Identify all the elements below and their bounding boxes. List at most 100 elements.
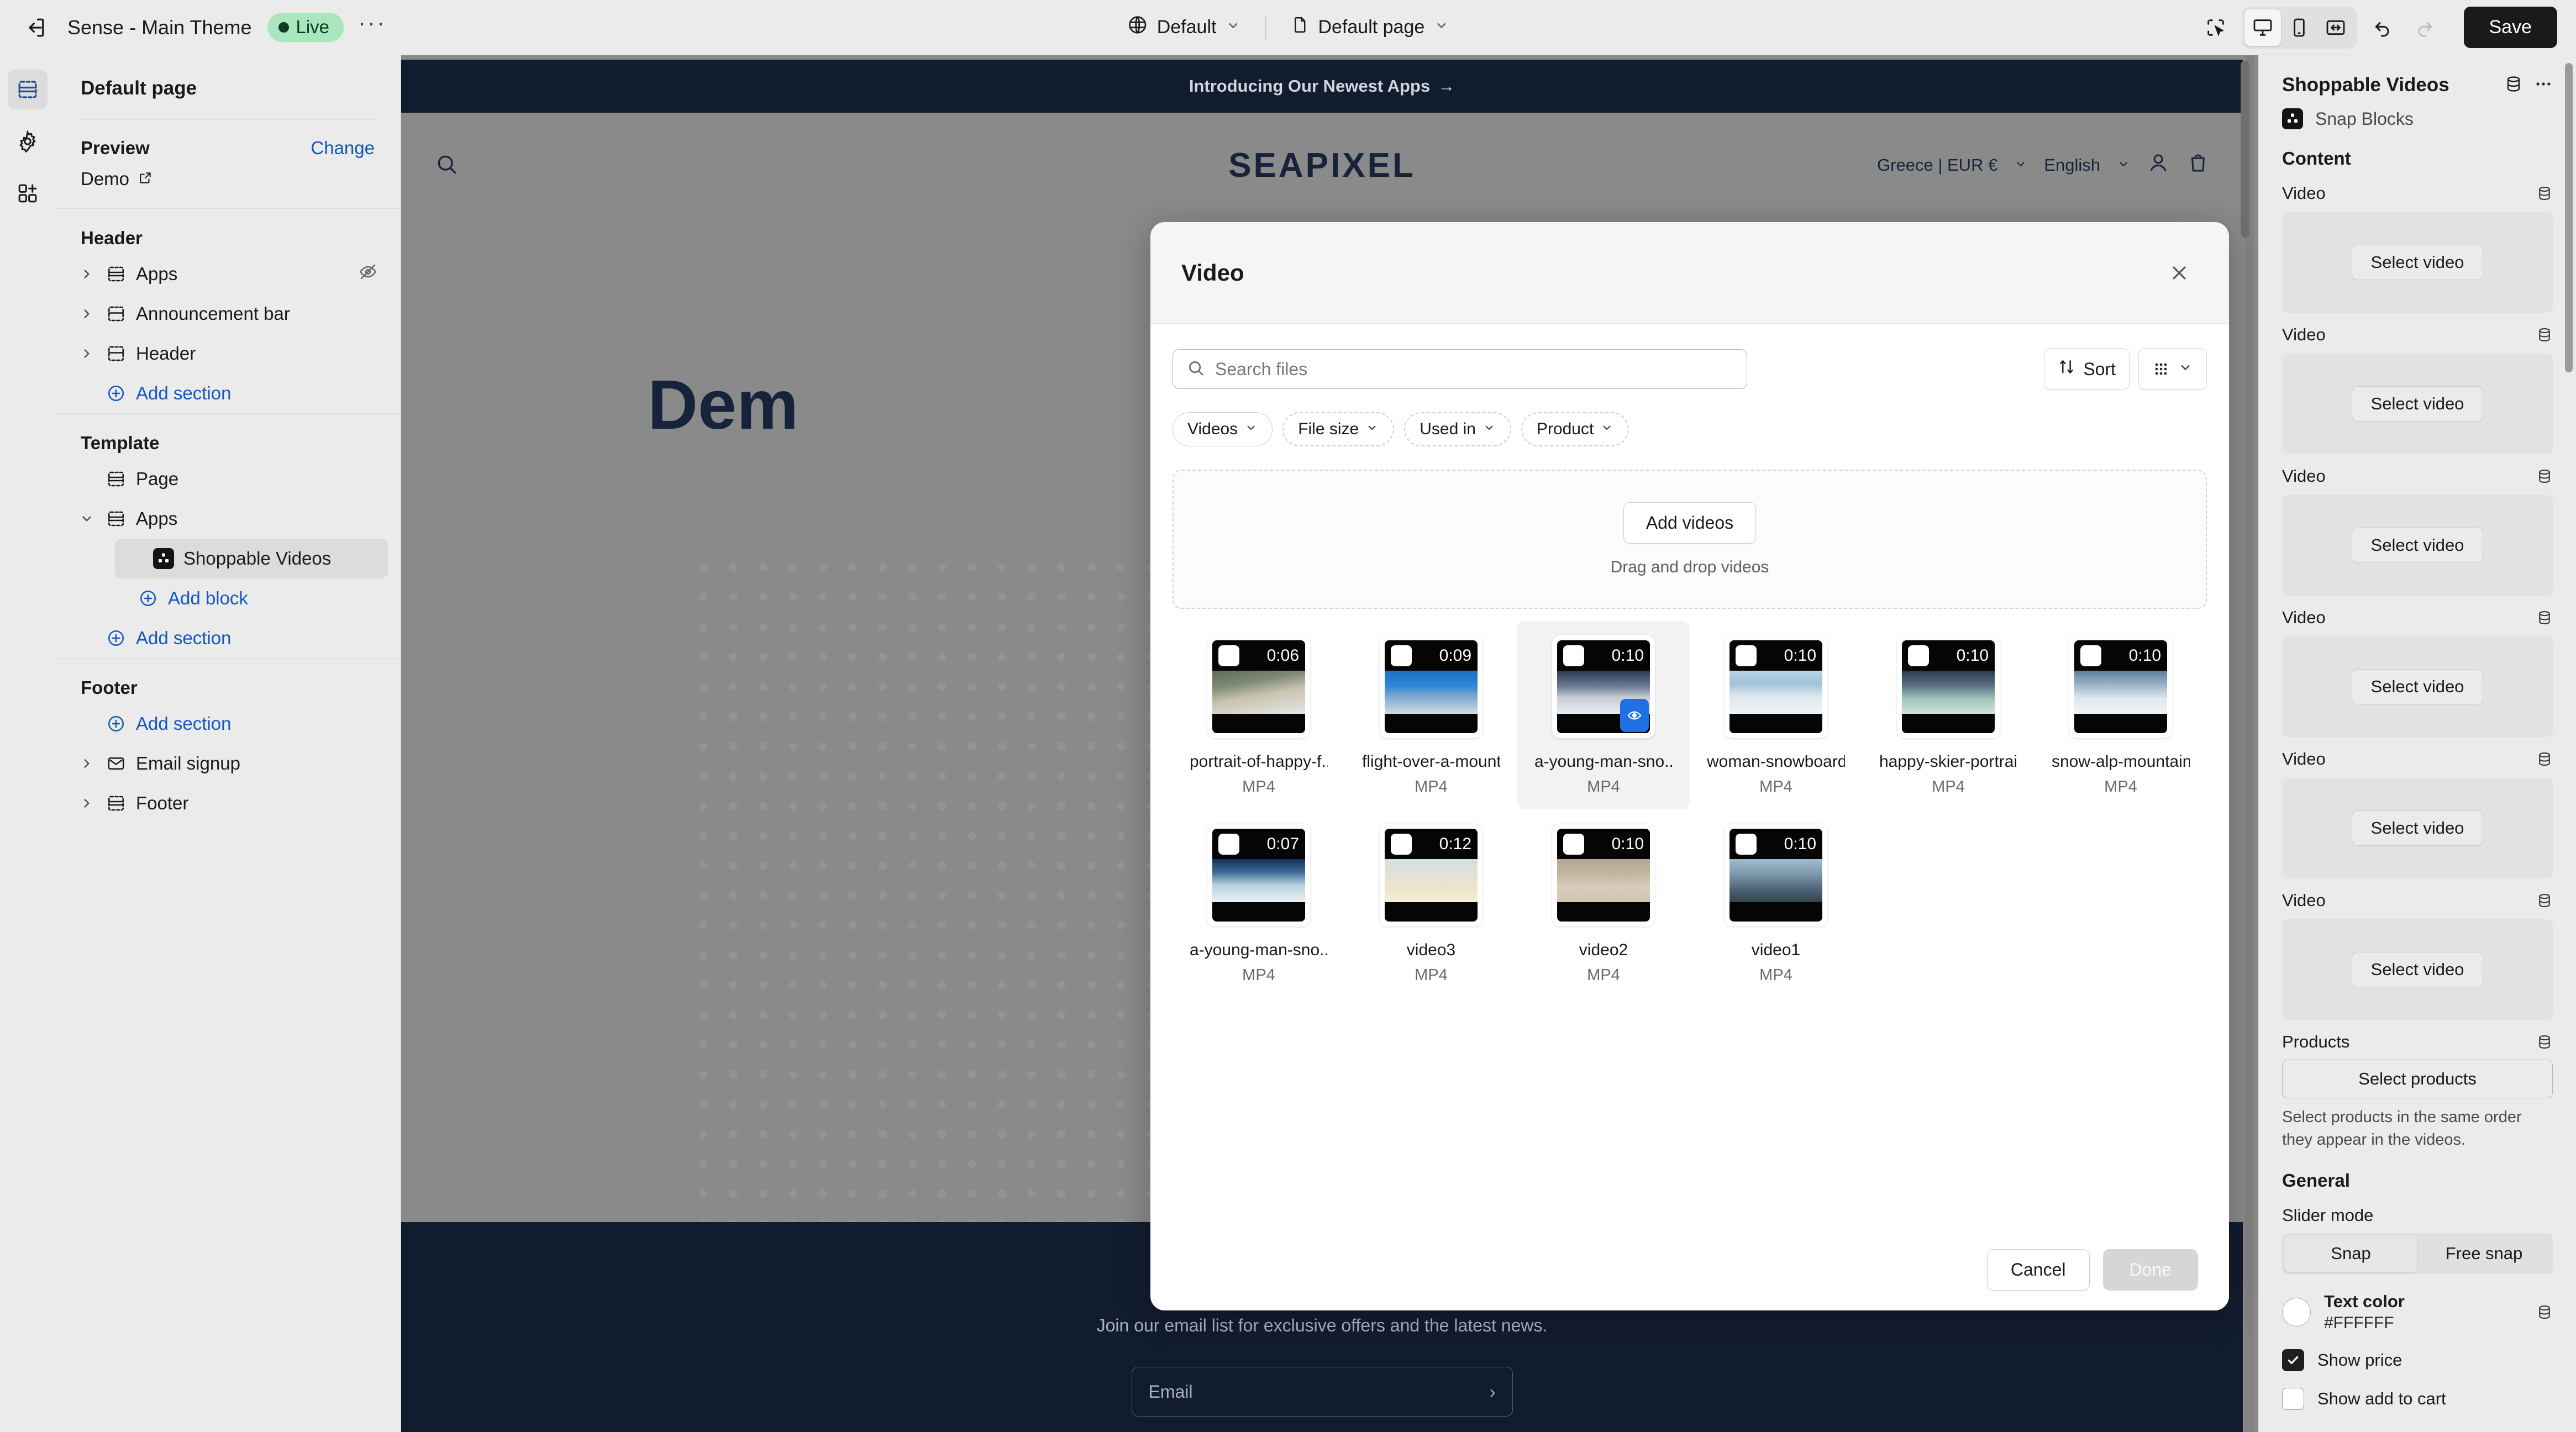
video-duration: 0:10 (1784, 646, 1816, 665)
add-videos-button[interactable]: Add videos (1623, 502, 1757, 544)
select-video-button[interactable]: Select video (2351, 952, 2484, 987)
sidebar-item-add-section[interactable]: Add section (67, 618, 388, 658)
sidebar-item-apps[interactable]: Apps (67, 499, 388, 539)
search-input[interactable]: Search files (1173, 349, 1747, 389)
file-select-checkbox[interactable] (1563, 645, 1584, 666)
show-price-checkbox[interactable]: Show price (2259, 1333, 2576, 1372)
ellipsis-icon[interactable] (2534, 75, 2553, 96)
database-icon[interactable] (2536, 1304, 2553, 1320)
video-thumbnail: 0:07 (1212, 829, 1305, 922)
slider-mode-snap[interactable]: Snap (2284, 1235, 2417, 1272)
filter-chip-file-size[interactable]: File size (1282, 412, 1395, 446)
sidebar-item-footer[interactable]: Footer (67, 783, 388, 823)
file-select-checkbox[interactable] (1391, 834, 1412, 855)
database-icon[interactable] (2536, 468, 2553, 485)
file-card[interactable]: 0:10 video2 MP4 (1517, 809, 1690, 998)
file-card[interactable]: 0:10 snow-alp-mountain... MP4 (2034, 621, 2207, 809)
preview-demo-link[interactable]: Demo (81, 169, 375, 189)
file-name: video3 (1406, 941, 1456, 959)
exit-icon[interactable] (17, 8, 55, 47)
select-video-button[interactable]: Select video (2351, 669, 2484, 704)
sidebar-item-apps[interactable]: Apps (67, 254, 388, 294)
file-card[interactable]: 0:07 a-young-man-sno... MP4 (1173, 809, 1345, 998)
sidebar-item-shoppable-videos[interactable]: Shoppable Videos (115, 539, 388, 578)
general-section-title: General (2282, 1170, 2350, 1191)
close-icon[interactable] (2160, 254, 2198, 292)
sidebar-item-add-section[interactable]: Add section (67, 373, 388, 413)
fullwidth-icon[interactable] (2317, 9, 2354, 46)
preview-eye-icon[interactable] (1620, 699, 1649, 732)
upload-dropzone[interactable]: Add videos Drag and drop videos (1173, 470, 2207, 609)
file-select-checkbox[interactable] (1736, 645, 1757, 666)
select-inspector-icon[interactable] (2196, 8, 2235, 47)
live-dot-icon (278, 22, 289, 33)
select-video-button[interactable]: Select video (2351, 245, 2484, 280)
desktop-icon[interactable] (2244, 9, 2281, 46)
show-add-to-cart-checkbox[interactable]: Show add to cart (2259, 1371, 2576, 1410)
apps-add-icon[interactable] (8, 173, 48, 213)
change-preview-link[interactable]: Change (311, 138, 375, 159)
file-select-checkbox[interactable] (1563, 834, 1584, 855)
cancel-button[interactable]: Cancel (1986, 1249, 2090, 1291)
sections-icon[interactable] (7, 70, 48, 109)
filter-chip-product[interactable]: Product (1521, 412, 1629, 446)
file-select-checkbox[interactable] (1218, 834, 1239, 855)
text-color-field[interactable]: Text color #FFFFFF (2259, 1274, 2576, 1333)
right-panel-scrollbar[interactable] (2565, 63, 2573, 372)
sidebar-item-header[interactable]: Header (67, 334, 388, 373)
settings-gear-icon[interactable] (8, 122, 48, 161)
show-add-to-cart-label: Show add to cart (2317, 1389, 2446, 1409)
file-card[interactable]: 0:09 flight-over-a-mount... MP4 (1345, 621, 1517, 809)
database-icon[interactable] (2504, 75, 2523, 96)
chevron-right-icon[interactable] (77, 346, 96, 361)
undo-icon[interactable] (2363, 8, 2402, 47)
database-icon[interactable] (2536, 609, 2553, 626)
topbar-more-button[interactable]: ··· (358, 11, 386, 36)
hidden-eye-icon[interactable] (358, 262, 378, 286)
sidebar-item-page[interactable]: Page (67, 459, 388, 499)
select-video-button[interactable]: Select video (2351, 528, 2484, 563)
sidebar-item-announcement-bar[interactable]: Announcement bar (67, 294, 388, 334)
file-select-checkbox[interactable] (1218, 645, 1239, 666)
database-icon[interactable] (2536, 185, 2553, 202)
video-duration: 0:12 (1439, 835, 1471, 853)
done-button[interactable]: Done (2102, 1249, 2198, 1291)
database-icon[interactable] (2536, 751, 2553, 767)
file-card[interactable]: 0:10 woman-snowboardi... MP4 (1690, 621, 1862, 809)
sidebar-item-add-section[interactable]: Add section (67, 704, 388, 744)
page-selector[interactable]: Default page (1278, 8, 1461, 47)
select-video-button[interactable]: Select video (2351, 386, 2484, 422)
file-select-checkbox[interactable] (1391, 645, 1412, 666)
select-video-button[interactable]: Select video (2351, 810, 2484, 846)
select-products-button[interactable]: Select products (2282, 1060, 2553, 1098)
chevron-down-icon[interactable] (77, 512, 96, 526)
mobile-icon[interactable] (2281, 9, 2317, 46)
sidebar-item-add-block[interactable]: Add block (99, 578, 388, 618)
file-name: snow-alp-mountain... (2052, 752, 2190, 771)
chevron-right-icon[interactable] (77, 796, 96, 810)
file-card[interactable]: 0:10 video1 MP4 (1690, 809, 1862, 998)
database-icon[interactable] (2536, 1034, 2553, 1050)
remove-block-button[interactable]: Remove block (2259, 1429, 2576, 1432)
sidebar-item-email-signup[interactable]: Email signup (67, 744, 388, 783)
database-icon[interactable] (2536, 327, 2553, 343)
market-selector[interactable]: Default (1115, 8, 1253, 47)
file-select-checkbox[interactable] (2080, 645, 2101, 666)
chevron-right-icon[interactable] (77, 756, 96, 771)
color-swatch[interactable] (2282, 1298, 2311, 1327)
file-card[interactable]: 0:12 video3 MP4 (1345, 809, 1517, 998)
chevron-right-icon[interactable] (77, 307, 96, 321)
chevron-right-icon[interactable] (77, 267, 96, 281)
grid-view-icon[interactable] (2138, 348, 2207, 390)
database-icon[interactable] (2536, 892, 2553, 909)
file-card[interactable]: 0:06 portrait-of-happy-f... MP4 (1173, 621, 1345, 809)
sort-button[interactable]: Sort (2044, 348, 2130, 390)
file-select-checkbox[interactable] (1736, 834, 1757, 855)
file-select-checkbox[interactable] (1908, 645, 1929, 666)
filter-chip-videos[interactable]: Videos (1173, 412, 1273, 446)
filter-chip-used-in[interactable]: Used in (1404, 412, 1511, 446)
file-card[interactable]: 0:10 happy-skier-portrai... MP4 (1862, 621, 2034, 809)
file-card[interactable]: 0:10 a-young-man-sno... MP4 (1517, 621, 1690, 809)
save-button[interactable]: Save (2463, 7, 2557, 48)
slider-mode-free-snap[interactable]: Free snap (2417, 1235, 2551, 1272)
